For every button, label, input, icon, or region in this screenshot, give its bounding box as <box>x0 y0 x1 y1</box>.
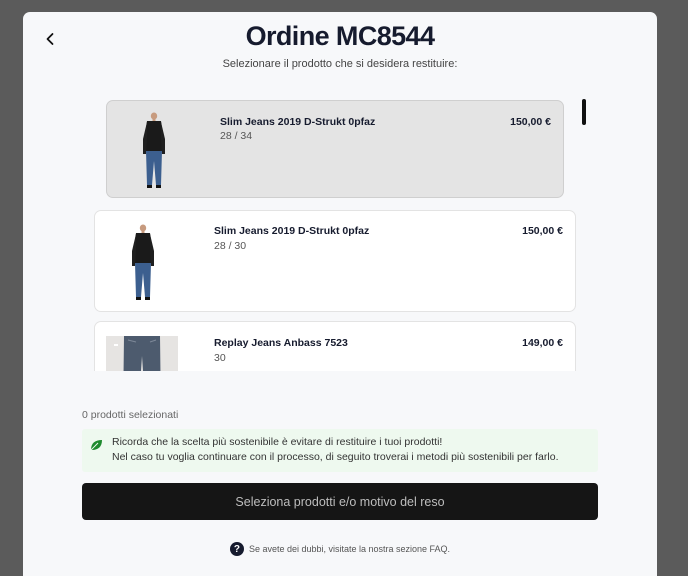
leaf-icon <box>90 440 102 451</box>
question-icon: ? <box>229 542 244 556</box>
product-card[interactable]: Replay Jeans Anbass 7523 30 149,00 € <box>94 321 576 371</box>
product-card[interactable]: Slim Jeans 2019 D-Strukt 0pfaz 28 / 34 1… <box>106 100 564 198</box>
product-card[interactable]: Slim Jeans 2019 D-Strukt 0pfaz 28 / 30 1… <box>94 210 576 312</box>
product-price: 150,00 € <box>510 116 551 128</box>
faq-text[interactable]: Se avete dei dubbi, visitate la nostra s… <box>249 544 450 554</box>
select-products-button[interactable]: Seleziona prodotti e/o motivo del reso <box>82 483 598 520</box>
faq-hint: ? Se avete dei dubbi, visitate la nostra… <box>23 542 657 556</box>
return-modal: Ordine MC8544 Selezionare il prodotto ch… <box>23 12 657 576</box>
product-list[interactable]: Slim Jeans 2019 D-Strukt 0pfaz 28 / 34 1… <box>93 100 593 371</box>
product-image <box>132 224 154 300</box>
page-title: Ordine MC8544 <box>245 21 435 51</box>
sustainability-notice: Ricorda che la scelta più sostenibile è … <box>82 429 598 472</box>
product-name: Slim Jeans 2019 D-Strukt 0pfaz <box>220 116 376 128</box>
page-subtitle: Selezionare il prodotto che si desidera … <box>222 58 458 70</box>
product-price: 150,00 € <box>522 225 563 237</box>
product-size: 28 / 30 <box>214 240 247 252</box>
product-size: 28 / 34 <box>220 130 253 142</box>
notice-line-1: Ricorda che la scelta più sostenibile è … <box>112 436 443 448</box>
product-name: Slim Jeans 2019 D-Strukt 0pfaz <box>214 225 370 237</box>
notice-line-2: Nel caso tu voglia continuare con il pro… <box>112 451 559 463</box>
selected-count: 0 prodotti selezionati <box>82 409 179 421</box>
product-size: 30 <box>214 352 226 364</box>
product-image <box>143 112 165 188</box>
product-image <box>106 336 178 371</box>
product-price: 149,00 € <box>522 337 563 349</box>
product-name: Replay Jeans Anbass 7523 <box>214 337 348 349</box>
scrollbar-thumb[interactable] <box>582 99 586 125</box>
